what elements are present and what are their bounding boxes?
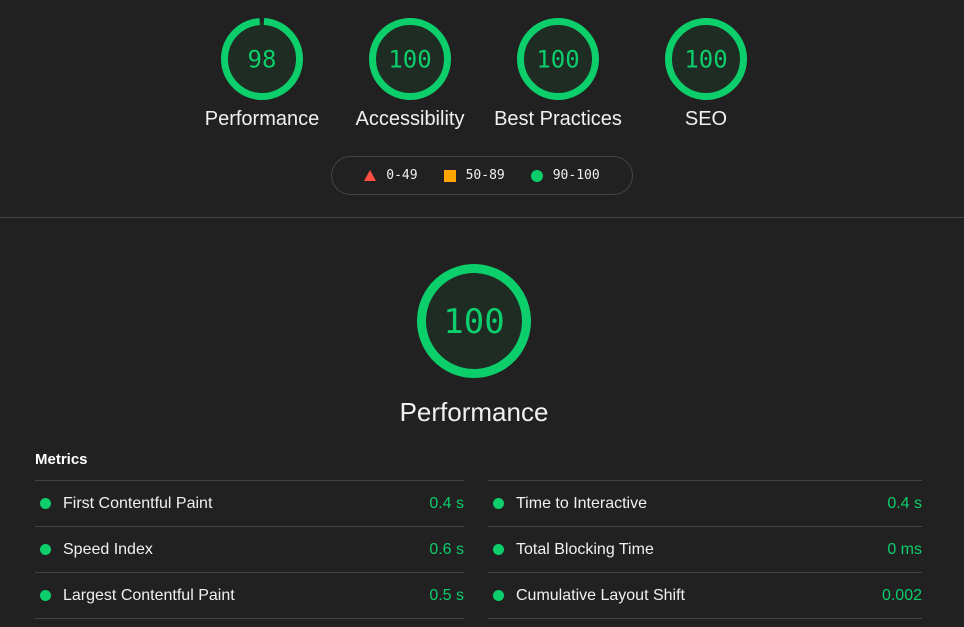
metric-name: Largest Contentful Paint: [63, 586, 235, 604]
metric-name: Speed Index: [63, 540, 153, 558]
metrics-heading: Metrics: [35, 451, 88, 468]
gauge-score: 100: [388, 46, 431, 74]
pass-circle-icon: [40, 544, 51, 555]
gauge-best-practices[interactable]: 100 Best Practices: [488, 18, 628, 131]
metric-value: 0 ms: [887, 540, 922, 558]
gauge-label: Performance: [399, 397, 549, 427]
metrics-left-column: First Contentful Paint 0.4 s Speed Index 0.…: [35, 480, 464, 619]
metrics-right-column: Time to Interactive 0.4 s Total Blocking T…: [488, 480, 922, 619]
gauge-score: 98: [248, 46, 277, 74]
gauge-ring: 100: [417, 264, 531, 378]
gauge-score: 100: [536, 46, 579, 74]
gauge-seo[interactable]: 100 SEO: [636, 18, 776, 131]
metric-name: First Contentful Paint: [63, 494, 213, 512]
metric-row: Time to Interactive 0.4 s: [488, 480, 922, 526]
gauge-ring: 100: [517, 18, 599, 100]
metric-name: Cumulative Layout Shift: [516, 586, 685, 604]
circle-icon: [530, 169, 543, 182]
legend-fail: 0-49: [364, 168, 418, 183]
pass-circle-icon: [493, 590, 504, 601]
metric-value: 0.4 s: [887, 494, 922, 512]
divider: [0, 217, 964, 218]
metric-value: 0.5 s: [429, 586, 464, 604]
metric-value: 0.6 s: [429, 540, 464, 558]
metric-value: 0.002: [881, 586, 922, 604]
triangle-icon: [364, 170, 377, 181]
gauge-ring: 100: [665, 18, 747, 100]
gauge-label: Best Practices: [494, 108, 622, 130]
metric-value: 0.4 s: [429, 494, 464, 512]
metric-row: Speed Index 0.6 s: [35, 526, 464, 572]
gauge-score: 100: [443, 302, 504, 342]
metric-name: Total Blocking Time: [516, 540, 654, 558]
square-icon: [443, 169, 456, 182]
metric-row: Largest Contentful Paint 0.5 s: [35, 572, 464, 619]
metric-name: Time to Interactive: [516, 494, 648, 512]
metric-row: First Contentful Paint 0.4 s: [35, 480, 464, 526]
legend-average: 50-89: [443, 168, 505, 183]
score-scale-legend: 0-49 50-89 90-100: [331, 156, 633, 195]
legend-pass: 90-100: [530, 168, 600, 183]
metric-row: Total Blocking Time 0 ms: [488, 526, 922, 572]
pass-circle-icon: [493, 544, 504, 555]
pass-circle-icon: [40, 590, 51, 601]
main-performance-gauge: 100 Performance: [374, 264, 574, 428]
pass-circle-icon: [493, 498, 504, 509]
gauge-label: Accessibility: [355, 108, 465, 130]
gauge-accessibility[interactable]: 100 Accessibility: [340, 18, 480, 131]
gauge-label: SEO: [684, 108, 728, 130]
metric-row: Cumulative Layout Shift 0.002: [488, 572, 922, 619]
gauge-performance[interactable]: 98 Performance: [192, 18, 332, 131]
gauge-score: 100: [684, 46, 727, 74]
gauge-ring: 100: [369, 18, 451, 100]
gauge-ring: 98: [221, 18, 303, 100]
pass-circle-icon: [40, 498, 51, 509]
gauge-label: Performance: [204, 108, 320, 130]
